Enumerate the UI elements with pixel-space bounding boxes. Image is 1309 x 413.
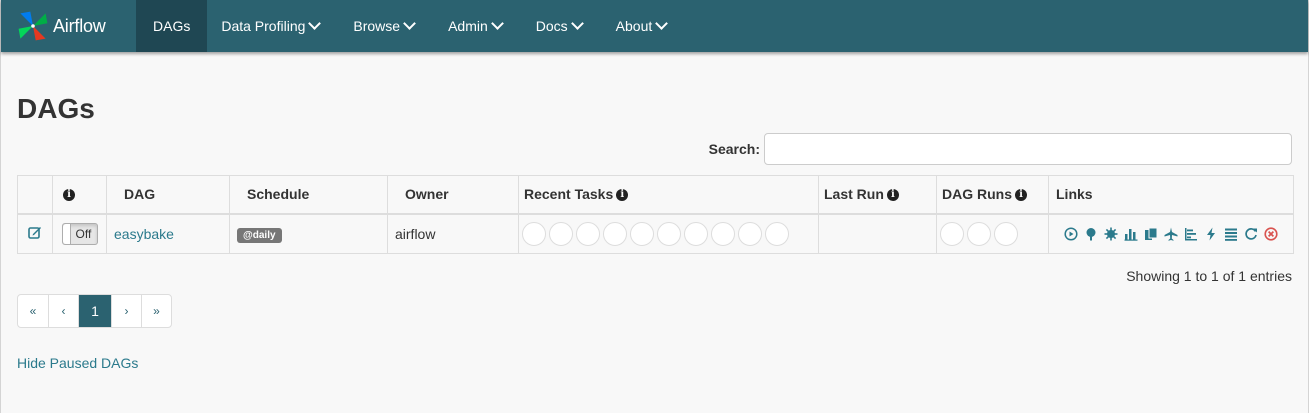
toggle-knob	[62, 223, 71, 244]
dag-run-circle[interactable]	[967, 221, 991, 246]
edit-cell	[17, 213, 53, 254]
nav-about-label: About	[615, 18, 653, 34]
edit-icon[interactable]	[28, 225, 42, 240]
task-state-circle[interactable]	[549, 221, 573, 246]
header-links: Links	[1048, 175, 1294, 215]
header-dag-label: DAG	[124, 186, 156, 203]
header-recent-tasks: Recent Tasks i	[518, 175, 819, 215]
table-header-row: i DAG Schedule Owner Recent Tasks i Last …	[17, 175, 1294, 215]
dag-runs-cell	[936, 213, 1049, 254]
search-area: Search:	[709, 133, 1292, 165]
graph-view-icon[interactable]	[1104, 227, 1118, 241]
toggle-label: Off	[75, 226, 92, 241]
page-next-button[interactable]: ›	[111, 295, 141, 327]
links-group	[1056, 227, 1286, 241]
table-info-text: Showing 1 to 1 of 1 entries	[1126, 268, 1292, 284]
tree-view-icon[interactable]	[1084, 227, 1098, 241]
task-state-circle[interactable]	[630, 221, 654, 246]
airflow-logo-icon	[18, 11, 48, 41]
nav-browse-label: Browse	[353, 18, 401, 34]
header-last-run-label: Last Run	[824, 186, 884, 203]
schedule-badge: @daily	[237, 227, 282, 243]
task-state-circle[interactable]	[522, 221, 546, 246]
info-icon[interactable]: i	[886, 188, 899, 201]
owner-cell: airflow	[387, 213, 519, 254]
task-state-circle[interactable]	[738, 221, 762, 246]
page-current-button[interactable]: 1	[78, 295, 111, 327]
header-links-label: Links	[1056, 186, 1093, 203]
schedule-cell: @daily	[229, 213, 388, 254]
task-state-circle[interactable]	[684, 221, 708, 246]
nav-browse[interactable]: Browse	[339, 0, 428, 52]
page-last-button[interactable]: »	[141, 295, 171, 327]
task-state-circle[interactable]	[657, 221, 681, 246]
dag-run-circle[interactable]	[994, 221, 1018, 246]
header-schedule-label: Schedule	[247, 186, 310, 203]
header-dag[interactable]: DAG	[106, 175, 230, 215]
refresh-icon[interactable]	[1244, 227, 1258, 241]
code-icon[interactable]	[1204, 227, 1218, 241]
delete-icon[interactable]	[1264, 227, 1278, 241]
header-edit	[17, 175, 53, 215]
brand-name: Airflow	[53, 15, 106, 36]
chevron-down-icon	[403, 17, 416, 30]
table-row: Off easybake @daily airflow	[17, 213, 1294, 254]
info-icon[interactable]: i	[63, 188, 75, 201]
nav-admin[interactable]: Admin	[434, 0, 516, 52]
logs-icon[interactable]	[1224, 227, 1238, 241]
task-duration-icon[interactable]	[1124, 227, 1138, 241]
header-dag-runs: DAG Runs i	[936, 175, 1049, 215]
header-last-run: Last Run i	[818, 175, 937, 215]
header-schedule[interactable]: Schedule	[229, 175, 388, 215]
chevron-down-icon	[490, 17, 504, 30]
header-owner[interactable]: Owner	[387, 175, 519, 215]
page-first-button[interactable]: «	[18, 295, 48, 327]
toggle-cell: Off	[52, 213, 107, 254]
pagination: « ‹ 1 › »	[17, 294, 172, 328]
header-info: i	[52, 175, 107, 215]
brand[interactable]: Airflow	[1, 0, 121, 52]
search-input[interactable]	[764, 133, 1292, 165]
header-recent-tasks-label: Recent Tasks	[524, 186, 614, 203]
header-owner-label: Owner	[405, 186, 449, 203]
nav-data-profiling-label: Data Profiling	[221, 18, 306, 34]
top-navbar: Airflow DAGs Data Profiling Browse Admin…	[1, 0, 1308, 52]
search-label: Search:	[708, 141, 760, 157]
dag-cell: easybake	[106, 213, 230, 254]
dag-link[interactable]: easybake	[114, 226, 174, 242]
task-tries-icon[interactable]	[1144, 227, 1158, 241]
nav-docs[interactable]: Docs	[522, 0, 596, 52]
task-state-circle[interactable]	[576, 221, 600, 246]
nav-docs-label: Docs	[535, 18, 568, 34]
nav-admin-label: Admin	[448, 18, 488, 34]
header-dag-runs-label: DAG Runs	[942, 186, 1012, 203]
chevron-down-icon	[570, 17, 584, 30]
task-state-circle[interactable]	[711, 221, 735, 246]
info-icon[interactable]: i	[1015, 188, 1027, 201]
dags-table: i DAG Schedule Owner Recent Tasks i Last …	[17, 175, 1294, 254]
nav-dags-label: DAGs	[153, 18, 191, 34]
info-icon[interactable]: i	[616, 188, 629, 201]
page-prev-button[interactable]: ‹	[48, 295, 78, 327]
links-cell	[1048, 213, 1294, 254]
nav-about[interactable]: About	[602, 0, 681, 52]
last-run-cell	[818, 213, 937, 254]
hide-paused-dags-link[interactable]: Hide Paused DAGs	[17, 355, 138, 371]
dag-run-circle[interactable]	[940, 221, 964, 246]
recent-tasks-cell	[518, 213, 819, 254]
task-state-circle[interactable]	[603, 221, 627, 246]
pause-toggle[interactable]: Off	[61, 222, 98, 245]
dag-runs-circles	[940, 221, 1045, 246]
chevron-down-icon	[308, 17, 322, 30]
landing-times-icon[interactable]	[1164, 227, 1178, 241]
task-state-circle[interactable]	[765, 221, 789, 246]
nav-dags[interactable]: DAGs	[136, 0, 208, 52]
chevron-down-icon	[655, 17, 669, 30]
nav-data-profiling[interactable]: Data Profiling	[207, 0, 333, 52]
trigger-dag-icon[interactable]	[1064, 227, 1078, 241]
page-title: DAGs	[17, 93, 95, 124]
recent-tasks-circles	[522, 221, 815, 246]
gantt-icon[interactable]	[1184, 227, 1198, 241]
